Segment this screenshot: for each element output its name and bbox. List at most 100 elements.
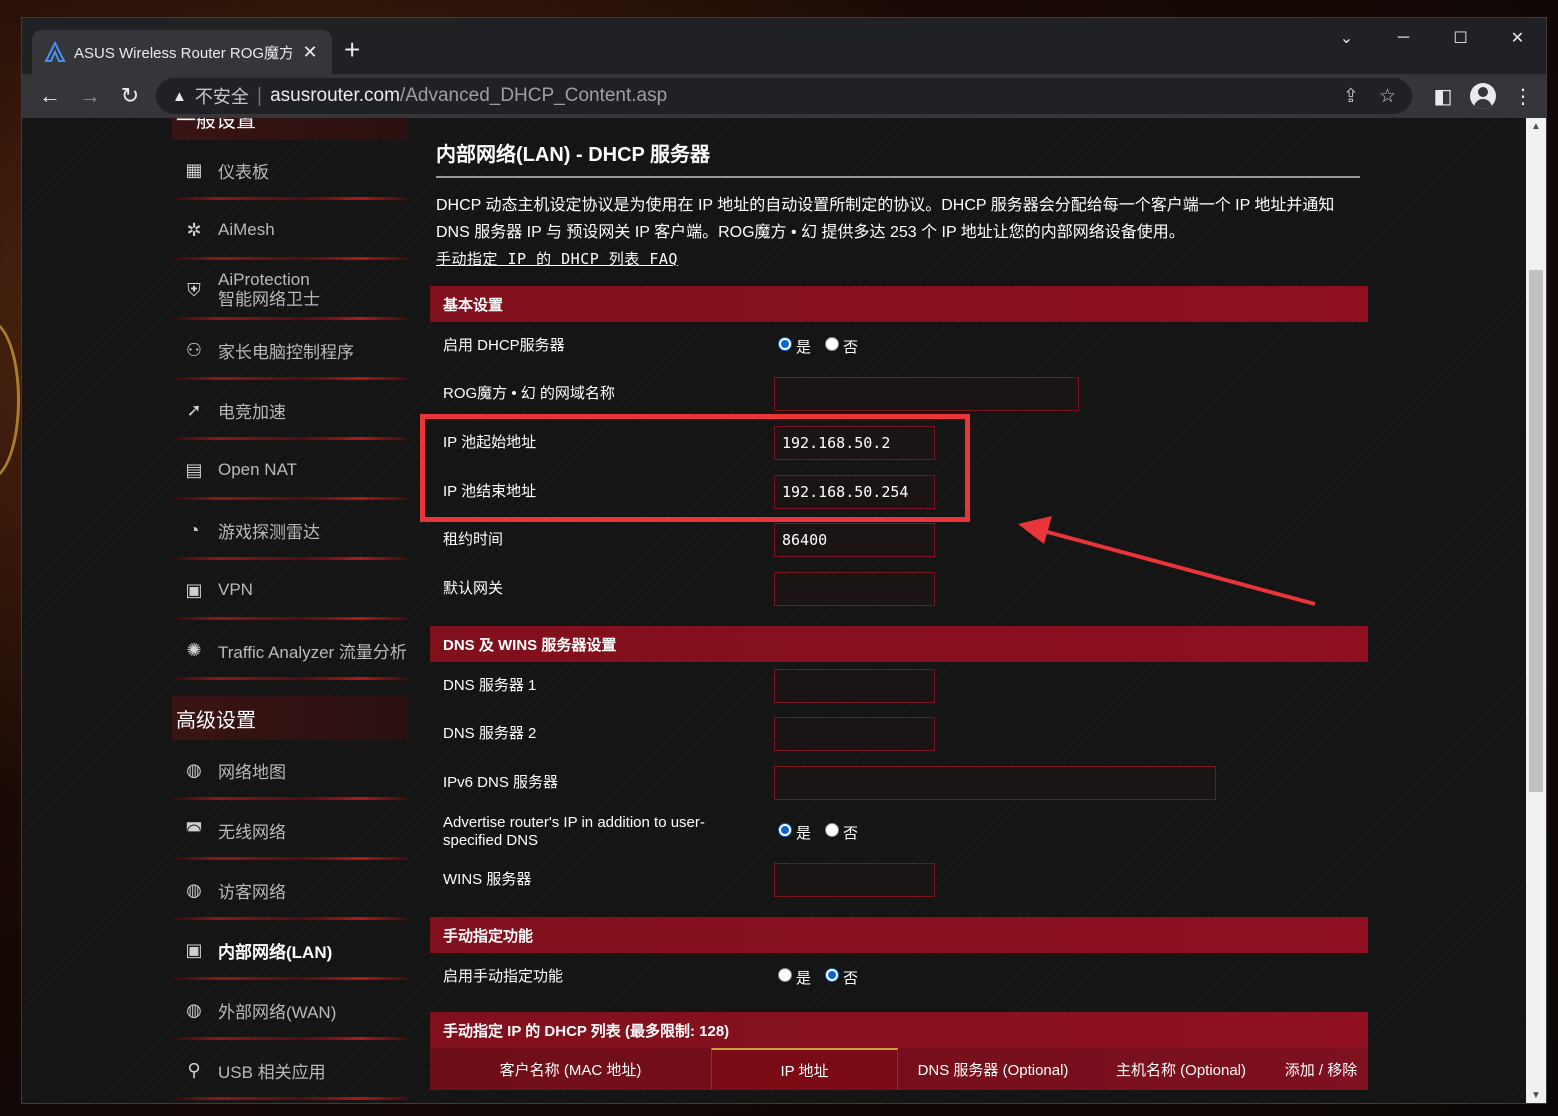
sidebar-item-lan[interactable]: ▣ 内部网络(LAN) xyxy=(172,920,408,980)
shield-lock-icon: ⛨ xyxy=(187,279,201,300)
address-bar[interactable]: ▲ 不安全 | asusrouter.com/Advanced_DHCP_Con… xyxy=(156,78,1412,114)
close-window-icon[interactable]: ✕ xyxy=(1489,18,1546,58)
enable-dhcp-no-radio[interactable] xyxy=(825,337,840,351)
sidebar-item-shield-lock[interactable]: ⛨ AiProtection 智能网络卫士 xyxy=(172,260,408,320)
col-dns-server[interactable]: DNS 服务器 (Optional) xyxy=(898,1048,1088,1090)
domain-name-label: ROG魔方 • 幻 的网域名称 xyxy=(443,385,615,402)
col-add-remove[interactable]: 添加 / 移除 xyxy=(1274,1048,1368,1090)
warning-icon: ▲ xyxy=(172,87,187,105)
sidebar-item-label: VPN xyxy=(218,580,253,599)
dns1-label: DNS 服务器 1 xyxy=(443,677,537,694)
sidebar-item-aimesh[interactable]: ✲ AiMesh xyxy=(172,200,408,260)
enable-dhcp-yes-radio[interactable] xyxy=(778,337,792,351)
dns1-input[interactable] xyxy=(774,669,935,703)
faq-link[interactable]: 手动指定 IP 的 DHCP 列表 FAQ xyxy=(436,248,678,269)
description-line-2: DNS 服务器 IP 与 预设网关 IP 客户端。ROG魔方 • 幻 提供多达 … xyxy=(436,224,1185,241)
sidebar-item-label: 家长电脑控制程序 xyxy=(218,342,354,362)
sidebar-item-open-nat[interactable]: ▤ Open NAT xyxy=(172,440,408,500)
minimize-icon[interactable]: ─ xyxy=(1375,18,1432,58)
scroll-up-icon[interactable]: ▲ xyxy=(1526,118,1546,136)
address-separator: | xyxy=(256,84,263,107)
enable-manual-yes-radio[interactable] xyxy=(778,968,792,982)
url-host: asusrouter.com xyxy=(270,85,400,106)
advertise-no-radio[interactable] xyxy=(825,823,840,837)
dns2-row: DNS 服务器 2 xyxy=(430,710,1368,758)
menu-kebab-icon[interactable]: ⋮ xyxy=(1510,84,1536,109)
sidebar-item-wan-globe[interactable]: ◍ 外部网络(WAN) xyxy=(172,980,408,1040)
tab-search-icon[interactable]: ⌄ xyxy=(1318,18,1375,58)
dhcp-list-header: 手动指定 IP 的 DHCP 列表 (最多限制: 128) xyxy=(430,1012,1368,1048)
browser-toolbar: ← → ↻ ▲ 不安全 | asusrouter.com/Advanced_DH… xyxy=(22,74,1546,118)
traffic-analyzer-icon: ✺ xyxy=(186,639,202,660)
sidebar-item-parental-control[interactable]: ⚇ 家长电脑控制程序 xyxy=(172,320,408,380)
parental-control-icon: ⚇ xyxy=(185,339,203,360)
sidebar-item-label: 无线网络 xyxy=(218,822,286,842)
sidebar-item-guest-network[interactable]: ◍ 访客网络 xyxy=(172,860,408,920)
sidebar-item-rocket[interactable]: ➚ 电竞加速 xyxy=(172,380,408,440)
tab-close-icon[interactable]: ✕ xyxy=(300,42,320,63)
wins-input[interactable] xyxy=(774,863,935,897)
sidebar-item-traffic-analyzer[interactable]: ✺ Traffic Analyzer 流量分析 xyxy=(172,620,408,680)
vpn-icon: ▣ xyxy=(185,579,203,600)
no-label: 否 xyxy=(843,338,859,356)
pool-start-input[interactable]: 192.168.50.2 xyxy=(774,426,935,460)
sidebar-item-label: USB 相关应用 xyxy=(218,1062,326,1082)
wifi-icon: ◚ xyxy=(185,819,203,840)
sidebar-item-dashboard[interactable]: ▦ 仪表板 xyxy=(172,140,408,200)
scroll-thumb[interactable] xyxy=(1529,270,1543,792)
sidebar-item-vpn[interactable]: ▣ VPN xyxy=(172,560,408,620)
col-client-name[interactable]: 客户名称 (MAC 地址) xyxy=(430,1048,711,1090)
ipv6-dns-label: IPv6 DNS 服务器 xyxy=(443,774,559,791)
pool-start-label: IP 池起始地址 xyxy=(443,434,537,451)
sidebar-item-label: 访客网络 xyxy=(218,882,286,902)
gateway-input[interactable] xyxy=(774,572,935,606)
forward-icon[interactable]: → xyxy=(70,78,110,114)
dns2-input[interactable] xyxy=(774,717,935,751)
sidebar-item-label: 电竞加速 xyxy=(218,402,286,422)
sidebar-item-sublabel: 智能网络卫士 xyxy=(218,290,320,309)
back-icon[interactable]: ← xyxy=(30,78,70,114)
enable-manual-no-radio[interactable] xyxy=(825,968,840,982)
maximize-icon[interactable]: ☐ xyxy=(1432,18,1489,58)
sidebar-item-label: Traffic Analyzer 流量分析 xyxy=(218,642,407,662)
ipv6-dns-input[interactable] xyxy=(774,766,1216,800)
domain-name-input[interactable] xyxy=(774,377,1079,411)
lease-time-input[interactable]: 86400 xyxy=(774,523,935,557)
sidebar-item-label: 网络地图 xyxy=(218,762,286,782)
sidebar-item-label: Open NAT xyxy=(218,460,298,479)
domain-name-row: ROG魔方 • 幻 的网域名称 xyxy=(430,370,1368,418)
page-scrollbar[interactable]: ▲ ▼ xyxy=(1526,118,1546,1103)
sidebar: 一般设置 ▦ 仪表板 ✲ AiMesh ⛨ AiProtection 智能网络卫士 ⚇ 家长电脑… xyxy=(172,118,408,1100)
enable-manual-label: 启用手动指定功能 xyxy=(443,968,564,985)
share-icon[interactable]: ⇪ xyxy=(1343,85,1359,108)
no-label: 否 xyxy=(843,824,859,842)
new-tab-button[interactable]: + xyxy=(344,36,360,64)
reload-icon[interactable]: ↻ xyxy=(110,78,150,114)
bookmark-star-icon[interactable]: ☆ xyxy=(1379,85,1396,108)
gateway-label: 默认网关 xyxy=(443,580,504,597)
radar-icon: ◔ xyxy=(188,519,200,540)
open-nat-icon: ▤ xyxy=(185,459,203,480)
enable-dhcp-label: 启用 DHCP服务器 xyxy=(443,337,565,354)
advertise-yes-radio[interactable] xyxy=(778,823,792,837)
col-ip-address[interactable]: IP 地址 xyxy=(711,1048,898,1090)
profile-avatar-icon[interactable] xyxy=(1470,83,1496,109)
yes-label: 是 xyxy=(796,969,812,987)
sidebar-item-radar[interactable]: ◔ 游戏探测雷达 xyxy=(172,500,408,560)
scroll-down-icon[interactable]: ▼ xyxy=(1526,1087,1546,1103)
sidebar-item-globe[interactable]: ◍ 网络地图 xyxy=(172,740,408,800)
sidebar-item-wifi[interactable]: ◚ 无线网络 xyxy=(172,800,408,860)
col-host-name[interactable]: 主机名称 (Optional) xyxy=(1088,1048,1274,1090)
side-panel-icon[interactable]: ◧ xyxy=(1430,84,1456,109)
yes-label: 是 xyxy=(796,338,812,356)
wins-row: WINS 服务器 xyxy=(430,856,1368,904)
lan-icon: ▣ xyxy=(185,939,203,960)
asus-logo-icon xyxy=(44,41,66,62)
pool-end-input[interactable]: 192.168.50.254 xyxy=(774,475,935,509)
sidebar-item-usb[interactable]: ⚲ USB 相关应用 xyxy=(172,1040,408,1100)
no-label: 否 xyxy=(843,969,859,987)
dns1-row: DNS 服务器 1 xyxy=(430,662,1368,710)
sidebar-general-header: 一般设置 xyxy=(172,118,408,140)
advertise-dns-label: Advertise router's IP in addition to use… xyxy=(443,814,705,849)
browser-tab[interactable]: ASUS Wireless Router ROG魔方 ✕ xyxy=(32,30,332,74)
